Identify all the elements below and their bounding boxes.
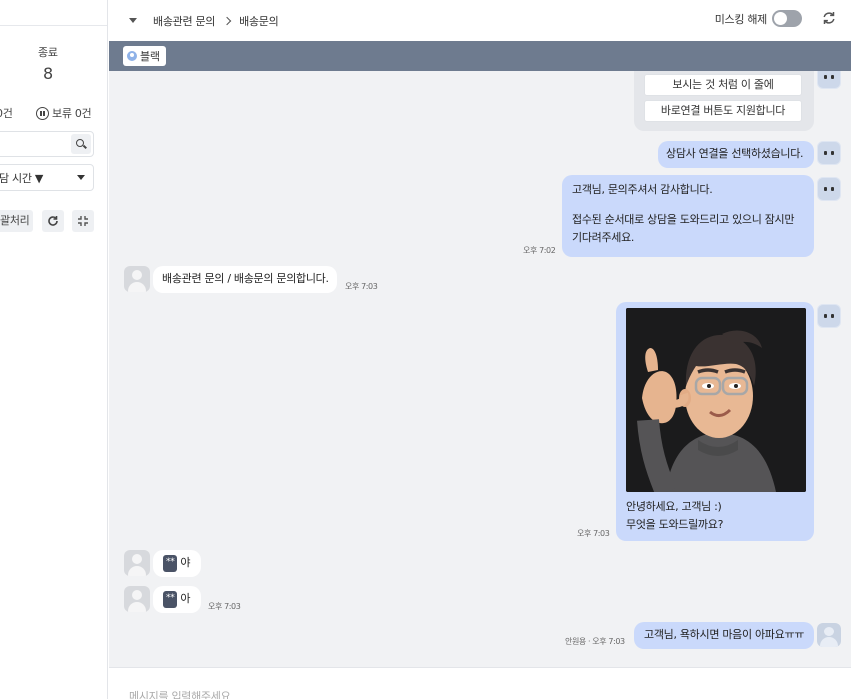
message-line: 고객님, 문의주셔서 감사합니다. (572, 183, 713, 196)
memoji-image (626, 308, 806, 492)
search-input[interactable] (0, 131, 94, 157)
bot-avatar (817, 177, 841, 201)
bot-avatar (817, 141, 841, 165)
bot-avatar (817, 304, 841, 328)
breadcrumb-category[interactable]: 배송관련 문의 (153, 13, 215, 29)
bot-image-message: 안녕하세요, 고객님 :) 무엇을 도와드릴까요? (616, 302, 814, 541)
agent-avatar (817, 623, 841, 647)
hold-label: 보류 0건 (52, 107, 92, 120)
quick-reply-button[interactable]: 바로연결 버튼도 지원합니다 (644, 100, 802, 122)
refresh-icon (48, 216, 58, 226)
caret-down-icon[interactable] (129, 18, 137, 23)
caret-down-icon (77, 175, 85, 180)
user-icon (127, 51, 137, 61)
customer-message: ** 아 (153, 586, 201, 613)
customer-avatar (124, 266, 150, 292)
bot-message: 고객님, 문의주셔서 감사합니다. 접수된 순서대로 상담을 도와드리고 있으니… (562, 175, 814, 257)
sort-label: 담 시간 ▼ (0, 171, 44, 185)
masking-label: 미스킹 해제 (714, 13, 768, 26)
customer-message: 배송관련 문의 / 배송문의 문의합니다. (153, 266, 337, 293)
message-text: 야 (180, 556, 191, 569)
customer-message: ** 야 (153, 550, 201, 577)
customer-avatar (124, 586, 150, 612)
message-text: 아 (180, 592, 191, 605)
customer-avatar (124, 550, 150, 576)
message-time: 오후 7:03 (208, 602, 241, 611)
message-time: 오후 7:03 (345, 282, 378, 291)
message-time: 오후 7:02 (523, 246, 556, 255)
tag-bar: 블랙 (109, 41, 851, 71)
collapse-button[interactable] (72, 210, 94, 232)
refresh-icon (823, 12, 835, 24)
quick-reply-button[interactable]: 보시는 것 처럼 이 줄에 (644, 74, 802, 96)
bulk-process-button[interactable]: 괄처리 (0, 210, 34, 232)
avatar-photo[interactable] (626, 308, 806, 492)
left-panel: 종료 8 0건 보류 0건 담 시간 ▼ 괄처리 (0, 0, 108, 699)
closed-stat-label: 종료 (38, 46, 58, 59)
message-meta: 안원용 · 오후 7:03 (565, 637, 625, 646)
quick-reply-box: 보시는 것 처럼 이 줄에 바로연결 버튼도 지원합니다 (634, 71, 814, 131)
message-time: 오후 7:03 (577, 529, 610, 538)
divider (0, 25, 107, 26)
masked-text[interactable]: ** (163, 554, 178, 572)
pause-icon (36, 106, 49, 120)
masking-toggle[interactable] (772, 10, 802, 27)
bot-message: 상담사 연결을 선택하셨습니다. (658, 141, 814, 168)
message-line: 안녕하세요, 고객님 :) (626, 500, 722, 513)
message-line: 접수된 순서대로 상담을 도와드리고 있으니 잠시만 (572, 213, 795, 226)
bot-avatar (817, 71, 841, 89)
refresh-button[interactable] (821, 10, 837, 26)
refresh-button[interactable] (42, 210, 64, 232)
chat-header: 배송관련 문의 배송문의 미스킹 해제 (109, 0, 851, 41)
search-icon (76, 139, 84, 147)
message-line: 무엇을 도와드릴까요? (626, 518, 724, 531)
chevron-right-icon (222, 16, 232, 25)
agent-message: 고객님, 욕하시면 마음이 아파요ㅠㅠ (634, 622, 814, 649)
chat-messages[interactable]: 보시는 것 처럼 이 줄에 바로연결 버튼도 지원합니다 상담사 연결을 선택하… (109, 71, 851, 667)
hold-filter[interactable]: 보류 0건 (36, 105, 92, 121)
count-partial[interactable]: 0건 (0, 105, 13, 121)
collapse-icon (78, 216, 88, 226)
search-button[interactable] (71, 134, 91, 154)
masked-text[interactable]: ** (163, 590, 178, 608)
message-input[interactable]: 메시지를 입력해주세요 (109, 667, 851, 699)
breadcrumb-subcategory[interactable]: 배송문의 (239, 13, 279, 29)
tag-label: 블랙 (140, 50, 160, 63)
customer-tag[interactable]: 블랙 (123, 46, 166, 66)
message-input-placeholder: 메시지를 입력해주세요 (129, 690, 231, 699)
sort-select[interactable]: 담 시간 ▼ (0, 164, 94, 191)
message-line: 기다려주세요. (572, 231, 635, 244)
closed-stat-value[interactable]: 8 (43, 64, 53, 83)
